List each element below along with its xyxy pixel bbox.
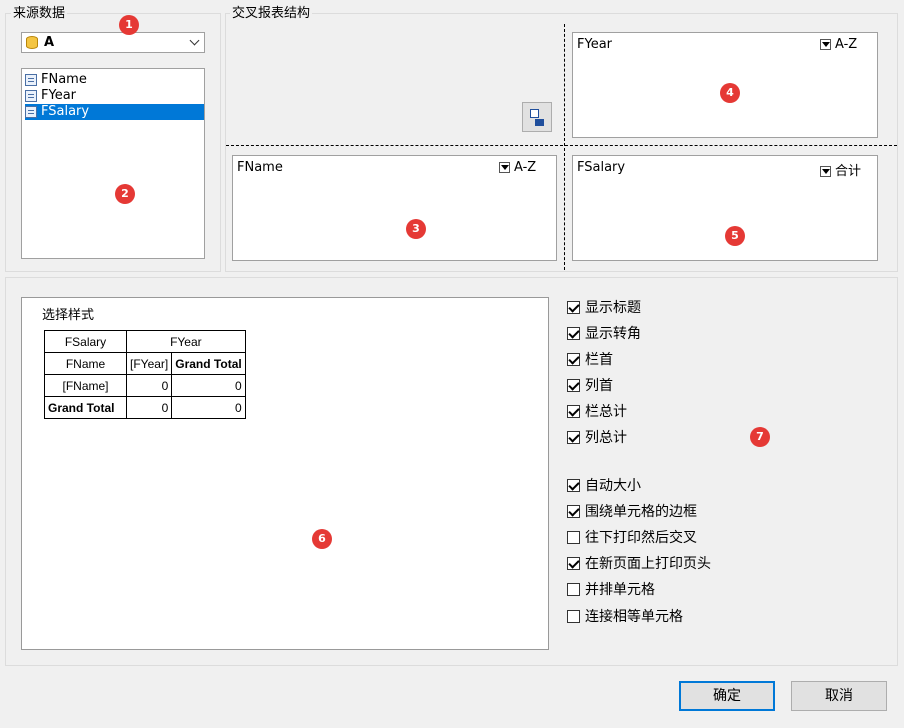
checkbox[interactable]	[567, 326, 580, 340]
structure-divider-horizontal	[226, 145, 897, 146]
badge-6: 6	[312, 529, 332, 549]
values-field: FSalary	[577, 160, 626, 175]
badge-7: 7	[750, 427, 770, 447]
checkbox[interactable]	[567, 530, 580, 544]
badge-3: 3	[406, 219, 426, 239]
columns-sort[interactable]: A-Z	[820, 37, 857, 52]
chevron-down-icon	[189, 35, 200, 46]
rows-box[interactable]: FName A-Z	[232, 155, 557, 261]
badge-5: 5	[725, 226, 745, 246]
checkbox[interactable]	[567, 504, 580, 518]
structure-title: 交叉报表结构	[230, 6, 313, 22]
checkbox[interactable]	[567, 556, 580, 570]
checkbox[interactable]	[567, 430, 580, 444]
option-show-corner[interactable]: 显示转角	[567, 325, 641, 343]
swap-icon-arrow	[535, 119, 544, 126]
option-down-then-over[interactable]: 往下打印然后交叉	[567, 529, 697, 547]
preview-table: FSalary FYear FName [FYear] Grand Total …	[44, 330, 246, 419]
list-item-fyear[interactable]: FYear	[25, 88, 79, 104]
preview-cell: 0	[125, 396, 173, 419]
structure-divider-vertical	[564, 24, 565, 270]
preview-cell: 0	[171, 396, 246, 419]
option-cell-borders[interactable]: 围绕单元格的边框	[567, 503, 697, 521]
datasource-value: A	[44, 35, 55, 50]
field-icon	[25, 105, 37, 118]
field-icon	[25, 89, 37, 102]
list-item-fname[interactable]: FName	[25, 72, 90, 88]
preview-cell: FName	[44, 352, 127, 375]
datasource-combo[interactable]: A	[21, 32, 205, 53]
option-merge-equal[interactable]: 连接相等单元格	[567, 608, 683, 626]
option-column-total[interactable]: 栏总计	[567, 403, 627, 421]
preview-cell: [FYear]	[125, 352, 173, 375]
checkbox[interactable]	[567, 404, 580, 418]
style-preview-box[interactable]: 选择样式 FSalary FYear FName [FYear] Grand T…	[21, 297, 549, 650]
database-icon	[26, 36, 38, 49]
option-auto-size[interactable]: 自动大小	[567, 477, 641, 495]
option-column-header[interactable]: 栏首	[567, 351, 613, 369]
values-aggregate[interactable]: 合计	[820, 160, 861, 179]
rows-field: FName	[237, 160, 283, 175]
preview-cell: [FName]	[44, 374, 127, 397]
columns-field: FYear	[577, 37, 613, 52]
source-data-title: 来源数据	[11, 6, 68, 22]
option-row-header[interactable]: 列首	[567, 377, 613, 395]
checkbox[interactable]	[567, 352, 580, 366]
values-box[interactable]: FSalary 合计	[572, 155, 878, 261]
ok-button[interactable]: 确定	[679, 681, 775, 711]
field-icon	[25, 73, 37, 86]
rows-sort[interactable]: A-Z	[499, 160, 536, 175]
checkbox[interactable]	[567, 378, 580, 392]
swap-icon	[530, 109, 539, 118]
preview-cell: FSalary	[44, 330, 127, 353]
option-side-by-side[interactable]: 并排单元格	[567, 581, 655, 599]
preview-cell: Grand Total	[44, 396, 127, 419]
checkbox[interactable]	[567, 609, 580, 623]
checkbox[interactable]	[567, 478, 580, 492]
swap-button[interactable]	[522, 102, 552, 132]
dropdown-icon	[820, 39, 831, 50]
dropdown-icon	[820, 166, 831, 177]
preview-cell: Grand Total	[171, 352, 246, 375]
preview-cell: 0	[125, 374, 173, 397]
dropdown-icon	[499, 162, 510, 173]
option-row-total[interactable]: 列总计	[567, 429, 627, 447]
preview-cell: 0	[171, 374, 246, 397]
list-item-fsalary[interactable]: FSalary	[25, 104, 204, 120]
preview-cell: FYear	[126, 330, 246, 353]
field-list[interactable]: FName FYear FSalary	[21, 68, 205, 259]
option-repeat-headers[interactable]: 在新页面上打印页头	[567, 555, 711, 573]
style-title: 选择样式	[42, 308, 95, 323]
cancel-button[interactable]: 取消	[791, 681, 887, 711]
badge-4: 4	[720, 83, 740, 103]
badge-1: 1	[119, 15, 139, 35]
checkbox[interactable]	[567, 300, 580, 314]
checkbox[interactable]	[567, 582, 580, 596]
badge-2: 2	[115, 184, 135, 204]
option-show-title[interactable]: 显示标题	[567, 299, 641, 317]
